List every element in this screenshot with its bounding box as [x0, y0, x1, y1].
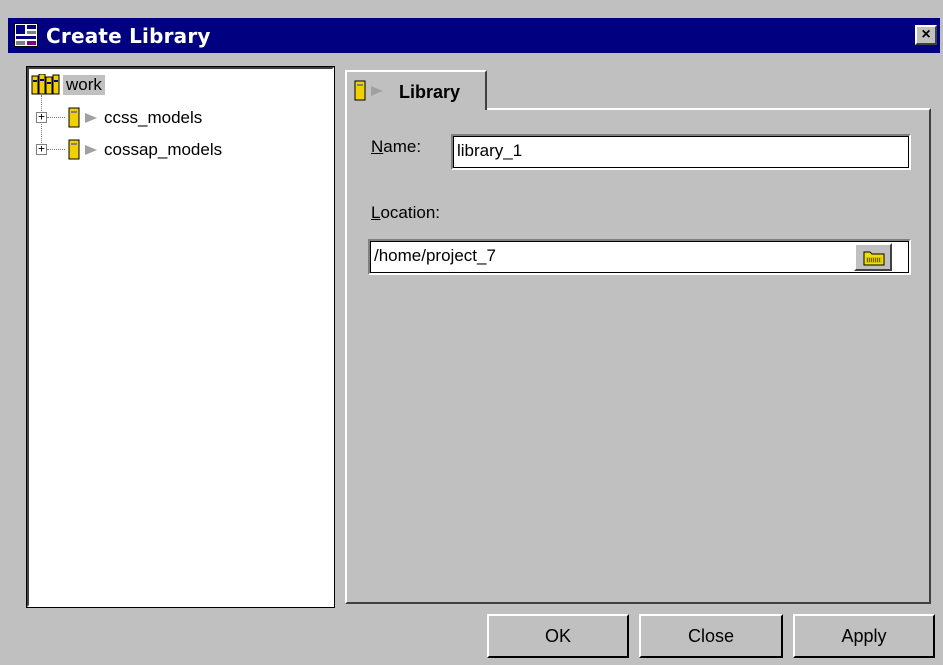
book-icon — [67, 139, 101, 161]
tree-item-work[interactable]: work — [31, 72, 105, 98]
tree-connector — [47, 117, 65, 118]
tree-item-label: cossap_models — [104, 140, 223, 159]
library-tab-panel — [345, 108, 931, 604]
tree-item-label: ccss_models — [104, 108, 203, 127]
tree-connector — [47, 149, 65, 150]
tree-item-ccss-models[interactable]: ccss_models — [67, 105, 205, 131]
tab-library[interactable]: Library — [345, 70, 487, 110]
library-app-icon — [14, 23, 38, 47]
expand-toggle[interactable]: + — [36, 111, 47, 123]
ok-button[interactable]: OK — [487, 614, 629, 658]
tree-item-cossap-models[interactable]: cossap_models — [67, 137, 225, 163]
location-input[interactable]: /home/project_7 — [368, 239, 911, 275]
dialog-title: Create Library — [46, 24, 211, 48]
tree-item-label: work — [63, 75, 105, 95]
books-icon — [31, 73, 63, 96]
name-label: Name: — [371, 137, 422, 156]
book-icon — [67, 107, 101, 129]
close-button[interactable]: Close — [639, 614, 783, 658]
title-bar[interactable]: Create Library × — [8, 18, 940, 53]
book-icon — [353, 80, 387, 107]
location-label: Location: — [371, 203, 441, 222]
expand-toggle[interactable]: + — [36, 143, 47, 155]
tab-label: Library — [399, 82, 461, 102]
close-icon: × — [921, 26, 931, 43]
apply-button[interactable]: Apply — [793, 614, 935, 658]
create-library-dialog: Create Library × work + ccss_models + co… — [0, 0, 943, 665]
folder-icon — [863, 249, 885, 271]
name-input[interactable]: library_1 — [451, 134, 911, 170]
library-tree[interactable]: work + ccss_models + cossap_models — [26, 66, 335, 608]
close-window-button[interactable]: × — [915, 25, 937, 45]
browse-location-button[interactable] — [854, 243, 892, 271]
